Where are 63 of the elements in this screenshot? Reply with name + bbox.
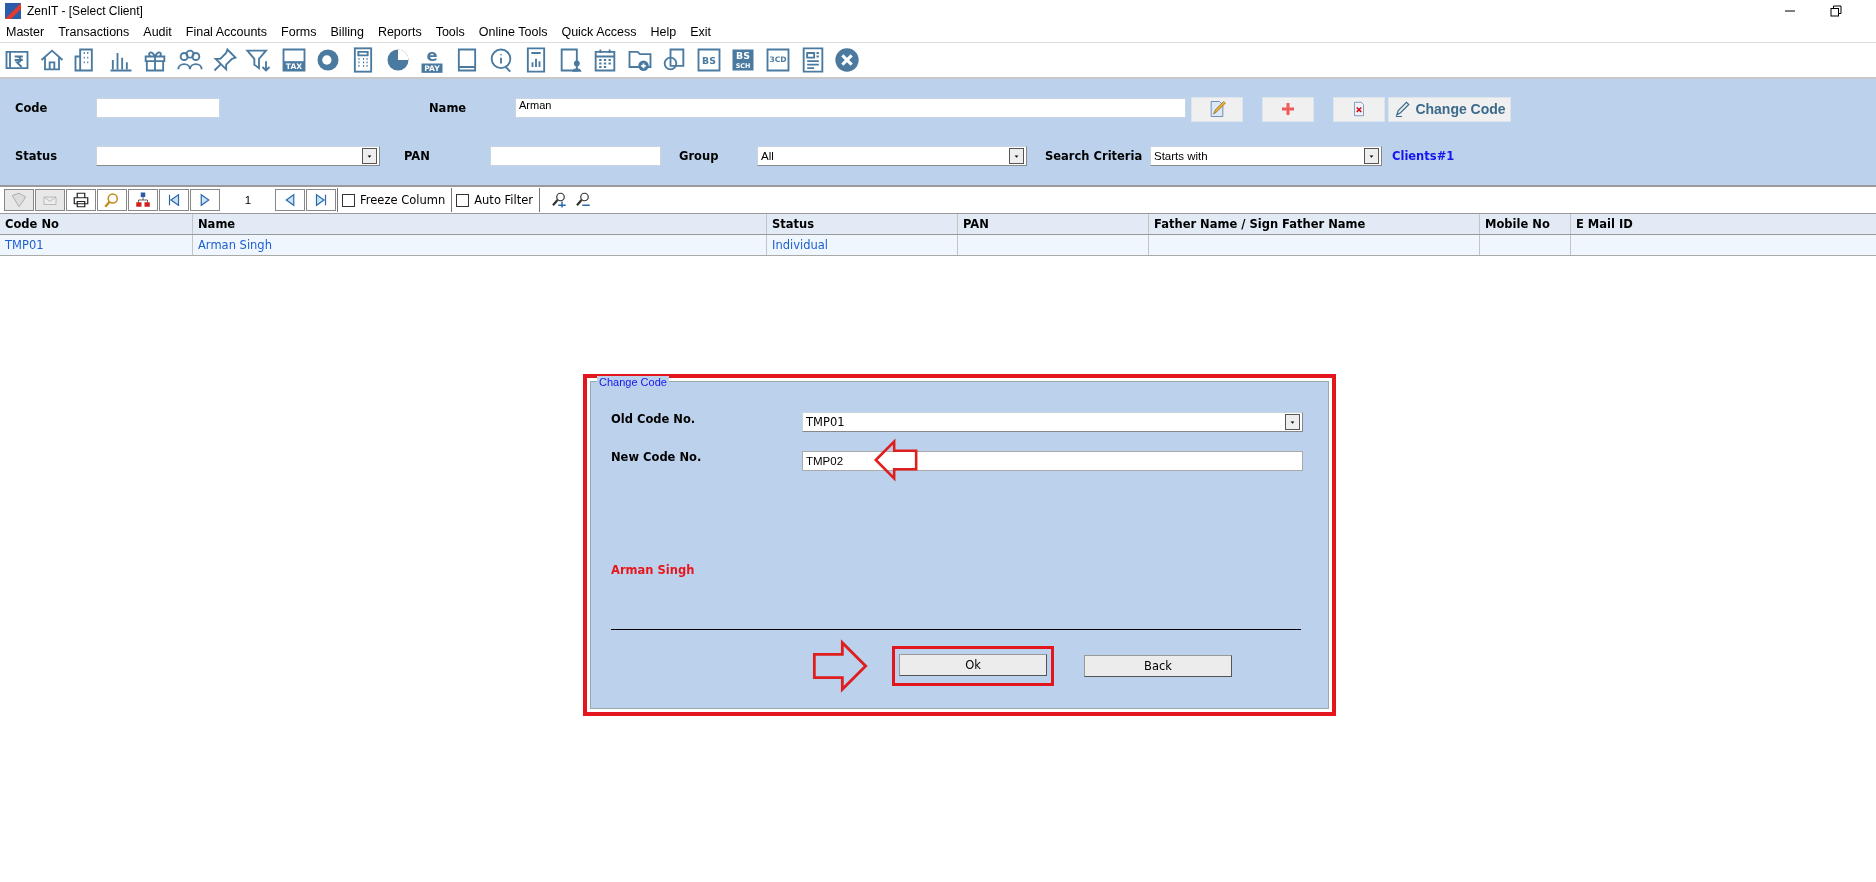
pan-field[interactable] xyxy=(490,146,661,166)
field-label: Old Code No. xyxy=(611,412,697,428)
status-dropdown[interactable] xyxy=(96,146,380,166)
checkbox[interactable] xyxy=(342,193,355,207)
column-header[interactable]: Status xyxy=(767,214,958,234)
pencil-icon xyxy=(1393,100,1412,118)
menu-item[interactable]: Reports xyxy=(377,25,422,39)
hierarchy-icon[interactable] xyxy=(134,191,152,209)
field-label: New Code No. xyxy=(611,450,703,466)
field-label: Group xyxy=(679,149,720,163)
table-cell: Individual xyxy=(767,235,958,255)
menu-item[interactable]: Quick Access xyxy=(561,25,637,39)
menu-item[interactable]: Transactions xyxy=(58,25,130,39)
field-label: PAN xyxy=(404,149,431,163)
dialog-button[interactable]: Back xyxy=(1084,655,1232,677)
table-cell: Arman Singh xyxy=(193,235,767,255)
menu-item[interactable]: Exit xyxy=(690,25,711,39)
search-icon[interactable] xyxy=(103,191,121,209)
old-code-dropdown[interactable]: TMP01 xyxy=(802,412,1303,432)
column-header[interactable]: Code No xyxy=(0,214,193,234)
field-label: Name xyxy=(429,101,468,115)
edit-button[interactable] xyxy=(1191,96,1243,122)
zoom-in-icon[interactable] xyxy=(550,191,569,209)
plus-icon xyxy=(1279,100,1297,118)
group-title: Change Code xyxy=(597,376,669,388)
client-name: Arman Singh xyxy=(611,563,696,577)
search-criteria-dropdown[interactable]: Starts with xyxy=(1150,146,1382,166)
menu-item[interactable]: Master xyxy=(6,25,45,39)
page-number: 1 xyxy=(243,194,253,206)
group-dropdown[interactable]: All xyxy=(757,146,1027,166)
menu-item[interactable]: Audit xyxy=(143,25,172,39)
column-header[interactable]: Father Name / Sign Father Name xyxy=(1149,214,1480,234)
column-header[interactable]: PAN xyxy=(958,214,1149,234)
column-header[interactable]: E Mail ID xyxy=(1571,214,1876,234)
zoom-out-icon[interactable] xyxy=(574,191,593,209)
window-title: ZenIT - [Select Client] xyxy=(27,4,143,18)
column-header[interactable]: Name xyxy=(193,214,767,234)
field-label: Code xyxy=(15,101,49,115)
delete-button[interactable] xyxy=(1333,96,1385,122)
checkbox-label: Freeze Column xyxy=(360,193,446,207)
field-label: Search Criteria xyxy=(1045,149,1144,163)
menu-item[interactable]: Online Tools xyxy=(478,25,548,39)
add-button[interactable] xyxy=(1262,96,1314,122)
app-logo-icon xyxy=(5,3,21,19)
dialog-button[interactable]: Ok xyxy=(899,654,1047,676)
menu-item[interactable]: Billing xyxy=(330,25,364,39)
menu-item[interactable]: Forms xyxy=(281,25,317,39)
field-label: Status xyxy=(15,149,59,163)
menu-item[interactable]: Help xyxy=(650,25,677,39)
close-icon[interactable] xyxy=(833,46,862,74)
restore-icon[interactable] xyxy=(1830,5,1842,17)
code-field[interactable] xyxy=(96,98,220,118)
checkbox-label: Auto Filter xyxy=(474,193,534,207)
name-field[interactable]: Arman xyxy=(515,98,1186,118)
menu-item[interactable]: Tools xyxy=(435,25,465,39)
change-code-button[interactable]: Change Code xyxy=(1388,96,1511,122)
column-header[interactable]: Mobile No xyxy=(1480,214,1571,234)
table-cell: TMP01 xyxy=(0,235,193,255)
checkbox[interactable] xyxy=(456,193,470,207)
new-code-field[interactable]: TMP02 xyxy=(802,451,1303,471)
menu-item[interactable]: Final Accounts xyxy=(185,25,268,39)
client-count: Clients#1 xyxy=(1392,149,1455,163)
print-icon[interactable] xyxy=(72,191,90,209)
